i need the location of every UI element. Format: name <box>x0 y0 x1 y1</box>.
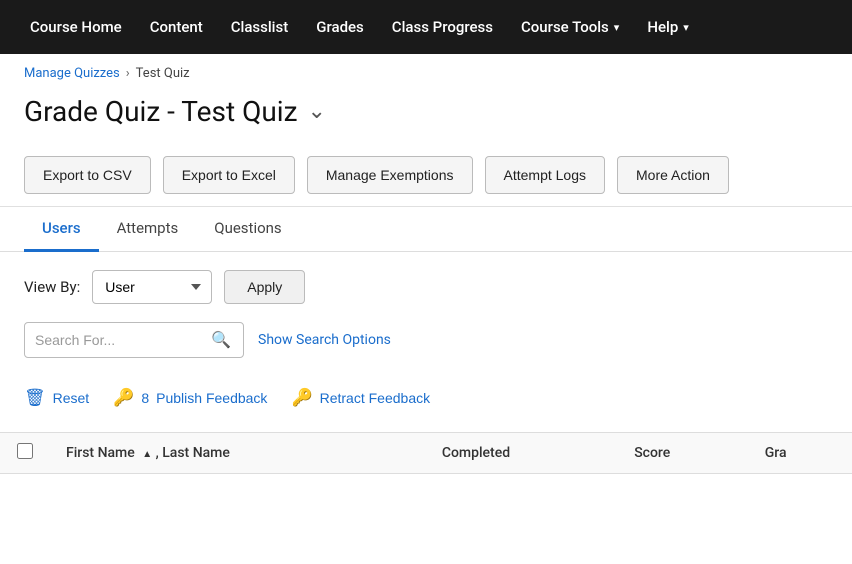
nav-item-classlist[interactable]: Classlist <box>217 0 303 54</box>
publish-feedback-icon: 🔑 <box>113 388 134 408</box>
reset-button[interactable]: 🗑 Reset <box>24 382 89 414</box>
first-name-label: First Name <box>66 445 135 461</box>
export-excel-button[interactable]: Export to Excel <box>163 156 295 194</box>
nav-item-content[interactable]: Content <box>136 0 217 54</box>
nav-item-grades[interactable]: Grades <box>302 0 378 54</box>
table-header-name[interactable]: First Name ▲ , Last Name <box>50 433 426 474</box>
table-header-score: Score <box>618 433 749 474</box>
retract-feedback-button[interactable]: 🔑 Retract Feedback <box>291 382 430 414</box>
view-by-label: View By: <box>24 278 80 296</box>
search-icon-button[interactable]: 🔍 <box>209 330 233 350</box>
page-title: Grade Quiz - Test Quiz <box>24 95 297 128</box>
publish-feedback-button[interactable]: 🔑 8 Publish Feedback <box>113 382 267 414</box>
search-box: 🔍 <box>24 322 244 358</box>
attempt-logs-button[interactable]: Attempt Logs <box>485 156 606 194</box>
title-dropdown-icon[interactable]: ⌄ <box>307 99 325 124</box>
search-row: 🔍 Show Search Options <box>0 314 852 374</box>
table-header-completed: Completed <box>426 433 618 474</box>
feedback-actions-row: 🗑 Reset 🔑 8 Publish Feedback 🔑 Retract F… <box>0 374 852 428</box>
more-action-button[interactable]: More Action <box>617 156 729 194</box>
tab-questions[interactable]: Questions <box>196 207 299 252</box>
table-header-grade: Gra <box>749 433 852 474</box>
nav-item-help[interactable]: Help ▾ <box>633 0 702 54</box>
apply-button[interactable]: Apply <box>224 270 305 304</box>
retract-feedback-label: Retract Feedback <box>320 390 431 406</box>
table-header-row: First Name ▲ , Last Name Completed Score… <box>0 433 852 474</box>
retract-feedback-icon: 🔑 <box>291 388 312 408</box>
action-buttons-row: Export to CSV Export to Excel Manage Exe… <box>0 144 852 207</box>
nav-item-course-tools[interactable]: Course Tools ▾ <box>507 0 633 54</box>
search-input[interactable] <box>35 332 209 348</box>
view-by-row: View By: User Group Section Apply <box>0 252 852 314</box>
select-all-checkbox[interactable] <box>17 443 33 459</box>
show-search-options-link[interactable]: Show Search Options <box>258 332 391 348</box>
reset-icon: 🗑 <box>24 388 46 408</box>
top-nav: Course Home Content Classlist Grades Cla… <box>0 0 852 54</box>
search-icon: 🔍 <box>211 332 231 349</box>
help-chevron-icon: ▾ <box>683 21 689 34</box>
tab-attempts[interactable]: Attempts <box>99 207 197 252</box>
manage-exemptions-button[interactable]: Manage Exemptions <box>307 156 473 194</box>
publish-feedback-label: Publish Feedback <box>156 390 267 406</box>
breadcrumb-current: Test Quiz <box>136 66 190 81</box>
data-table: First Name ▲ , Last Name Completed Score… <box>0 432 852 474</box>
nav-item-course-home[interactable]: Course Home <box>16 0 136 54</box>
export-csv-button[interactable]: Export to CSV <box>24 156 151 194</box>
publish-feedback-count: 8 <box>141 390 149 406</box>
breadcrumb-separator: › <box>126 66 130 81</box>
nav-item-class-progress[interactable]: Class Progress <box>378 0 507 54</box>
tabs-row: Users Attempts Questions <box>0 207 852 252</box>
reset-label: Reset <box>53 390 90 406</box>
view-by-select[interactable]: User Group Section <box>92 270 212 304</box>
breadcrumb: Manage Quizzes › Test Quiz <box>0 54 852 87</box>
breadcrumb-parent-link[interactable]: Manage Quizzes <box>24 66 120 81</box>
last-name-label: , Last Name <box>156 445 230 461</box>
course-tools-chevron-icon: ▾ <box>614 21 620 34</box>
tab-users[interactable]: Users <box>24 207 99 252</box>
page-title-row: Grade Quiz - Test Quiz ⌄ <box>0 87 852 144</box>
table-header-checkbox-col <box>0 433 50 474</box>
sort-ascending-icon: ▲ <box>142 449 152 460</box>
